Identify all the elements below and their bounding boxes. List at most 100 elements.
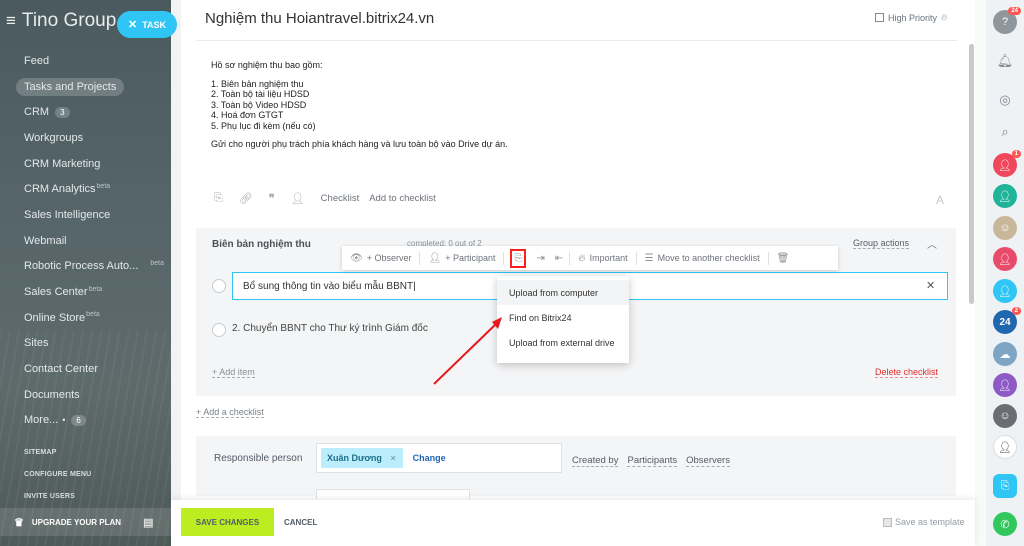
sidebar-item-more[interactable]: More... • 6	[16, 408, 168, 434]
avatar[interactable]: ☺	[993, 216, 1017, 240]
checklist-title[interactable]: Biên bản nghiệm thu	[212, 239, 311, 250]
mention-user-icon[interactable]: 👤︎	[291, 192, 305, 205]
link-icon[interactable]: 🔗︎	[239, 192, 253, 205]
sidebar-item-feed[interactable]: Feed	[16, 48, 168, 74]
high-priority-toggle[interactable]: High Priority 🔥︎	[875, 12, 948, 23]
save-as-template-toggle[interactable]: Save as template	[883, 517, 965, 527]
avatar[interactable]: 👤︎	[993, 279, 1017, 303]
avatar[interactable]: 👤︎	[993, 247, 1017, 271]
hamburger-icon[interactable]: ≡	[6, 11, 16, 31]
search-icon[interactable]: ⌕	[993, 120, 1017, 144]
move-to-checklist-button[interactable]: ☰ Move to another checklist	[637, 246, 768, 270]
avatar[interactable]: 👤︎ 1	[993, 150, 1021, 177]
help-icon[interactable]: ? 24	[993, 7, 1021, 34]
secondary-field[interactable]	[316, 489, 470, 499]
text-format-icon[interactable]: A	[936, 193, 944, 207]
scrollbar-track[interactable]	[975, 0, 986, 546]
sidebar-item-contact-center[interactable]: Contact Center	[16, 356, 168, 382]
chevron-up-icon[interactable]: ︿	[927, 236, 937, 251]
high-priority-checkbox[interactable]	[875, 13, 884, 22]
chat-search-icon[interactable]: ◎	[993, 88, 1017, 112]
save-changes-button[interactable]: SAVE CHANGES	[181, 508, 274, 536]
delete-checklist-link[interactable]: Delete checklist	[875, 367, 939, 378]
close-task-slider-button[interactable]: ✕ TASK	[117, 11, 177, 38]
indent-icon[interactable]: ⇥	[536, 253, 544, 264]
sidebar-item-crm-marketing[interactable]: CRM Marketing	[16, 151, 168, 177]
slider-edge	[171, 0, 181, 546]
sidebar-item-sales-intelligence[interactable]: Sales Intelligence	[16, 202, 168, 228]
outdent-icon[interactable]: ⇤	[555, 253, 563, 264]
avatar[interactable]: ☁	[993, 342, 1017, 366]
checklist-item-context-panel: 👁︎ + Observer 👤︎ + Participant ⎘ ⇥ ⇤ 🔥︎ Imp…	[342, 246, 838, 270]
sidebar-item-webmail[interactable]: Webmail	[16, 228, 168, 254]
configure-menu-link[interactable]: CONFIGURE MENU	[24, 471, 91, 478]
sidebar-item-documents[interactable]: Documents	[16, 382, 168, 408]
quote-icon[interactable]: ❞	[269, 192, 275, 205]
sidebar-item-sites[interactable]: Sites	[16, 331, 168, 357]
created-by-link[interactable]: Created by	[572, 455, 619, 467]
crown-icon: ♛	[14, 516, 24, 529]
sidebar-item-crm[interactable]: CRM 3	[16, 99, 168, 125]
beta-label: beta	[96, 182, 111, 190]
change-responsible-link[interactable]: Change	[413, 453, 446, 463]
avatar[interactable]: 👤︎	[993, 435, 1017, 459]
attach-file-icon[interactable]: ⎘	[510, 248, 527, 268]
checklist-button[interactable]: Checklist	[321, 193, 360, 204]
add-participant-button[interactable]: 👤︎ + Participant	[420, 246, 503, 270]
upgrade-plan-button[interactable]: ♛ UPGRADE YOUR PLAN ▤	[0, 508, 171, 536]
participants-link[interactable]: Participants	[627, 455, 678, 467]
flame-icon: 🔥︎	[941, 12, 948, 22]
copy-icon[interactable]: ⎘	[993, 474, 1017, 498]
checklist-item[interactable]: 2. Chuyển BBNT cho Thư ký trình Giám đốc	[232, 323, 428, 334]
upload-from-computer-item[interactable]: Upload from computer	[497, 280, 629, 305]
sidebar-item-rpa[interactable]: Robotic Process Auto... beta	[16, 254, 168, 280]
group-actions-link[interactable]: Group actions	[853, 238, 910, 249]
add-item-link[interactable]: + Add item	[212, 367, 255, 378]
important-button[interactable]: 🔥︎ Important	[570, 246, 635, 270]
sidebar-item-crm-analytics[interactable]: CRM Analytics beta	[16, 176, 168, 202]
divider	[196, 40, 957, 41]
responsible-person-field[interactable]: Xuân Dương ✕ Change	[316, 443, 562, 473]
task-title-input[interactable]: Nghiệm thu Hoiantravel.bitrix24.vn	[205, 10, 434, 27]
save-as-template-checkbox[interactable]	[883, 517, 892, 527]
phone-icon[interactable]: ✆	[993, 512, 1017, 536]
beta-label: beta	[150, 259, 164, 267]
sidebar-item-sales-center[interactable]: Sales Center beta	[16, 279, 168, 305]
remove-tag-icon[interactable]: ✕	[390, 454, 397, 463]
checklist-item-checkbox[interactable]	[212, 323, 226, 337]
printer-icon[interactable]: ▤	[143, 516, 153, 529]
sidebar-item-tasks-and-projects[interactable]: Tasks and Projects	[16, 74, 168, 100]
add-observer-button[interactable]: 👁︎ + Observer	[342, 246, 419, 270]
sitemap-link[interactable]: SITEMAP	[24, 449, 57, 456]
people-role-links: Created by Participants Observers	[572, 455, 730, 467]
cancel-button[interactable]: CANCEL	[284, 518, 317, 527]
trash-icon: 🗑︎	[776, 252, 790, 264]
counter-badge: 3	[55, 106, 70, 118]
company-brand[interactable]: ≡ Tino Group	[6, 10, 116, 32]
scrollbar-thumb[interactable]	[969, 44, 974, 304]
sidebar-menu: Feed Tasks and Projects CRM 3 Workgroups …	[16, 48, 168, 433]
avatar[interactable]: ☺	[993, 404, 1017, 428]
task-description[interactable]: Hồ sơ nghiệm thu bao gồm: 1. Biên bản ng…	[211, 60, 508, 150]
clear-input-icon[interactable]: ✕	[926, 279, 935, 292]
left-sidebar: ≡ Tino Group Feed Tasks and Projects CRM…	[0, 0, 171, 546]
invite-users-link[interactable]: INVITE USERS	[24, 493, 75, 500]
bitrix24-avatar[interactable]: 24 2	[993, 307, 1021, 334]
delete-item-button[interactable]: 🗑︎	[769, 246, 798, 270]
avatar[interactable]: 👤︎	[993, 373, 1017, 397]
right-toolbar: ? 24 🔔︎ ◎ ⌕ 👤︎ 1 👤︎ ☺ 👤︎ 👤︎ 24 2 ☁ 👤︎ ☺ 👤︎ …	[986, 0, 1024, 546]
observers-link[interactable]: Observers	[686, 455, 730, 467]
responsible-person-label: Responsible person	[214, 453, 303, 464]
sidebar-item-online-store[interactable]: Online Store beta	[16, 305, 168, 331]
find-on-bitrix24-item[interactable]: Find on Bitrix24	[497, 305, 629, 330]
bell-icon[interactable]: 🔔︎	[993, 49, 1017, 73]
checklist-item-checkbox[interactable]	[212, 279, 226, 293]
user-tag[interactable]: Xuân Dương ✕	[321, 448, 403, 468]
attach-file-icon[interactable]: ⎘	[214, 192, 223, 205]
upload-from-external-drive-item[interactable]: Upload from external drive	[497, 330, 629, 355]
eye-icon: 👁︎	[350, 252, 363, 264]
add-checklist-link[interactable]: + Add a checklist	[196, 407, 264, 418]
sidebar-item-workgroups[interactable]: Workgroups	[16, 125, 168, 151]
avatar[interactable]: 👤︎	[993, 184, 1017, 208]
add-to-checklist-button[interactable]: Add to checklist	[369, 193, 436, 204]
